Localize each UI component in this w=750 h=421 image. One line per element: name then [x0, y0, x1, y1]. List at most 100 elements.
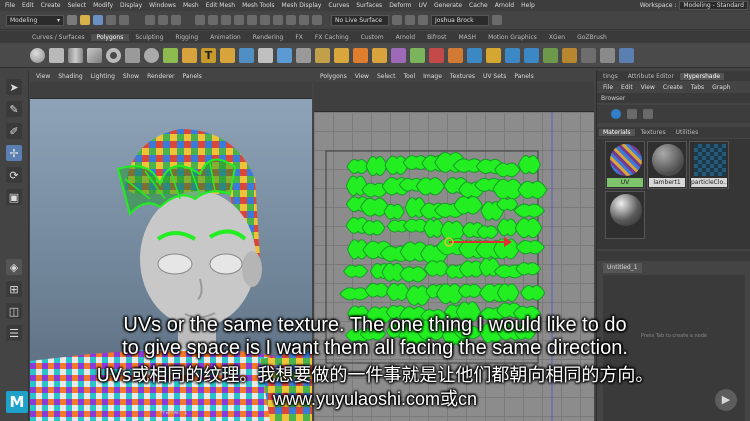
uv-shell[interactable] — [496, 197, 519, 211]
menu-windows[interactable]: Windows — [149, 2, 176, 9]
material-lambert1[interactable]: lambert1 — [647, 141, 687, 189]
combine-icon[interactable] — [239, 47, 254, 63]
shelf-tab-gozbrush[interactable]: GoZBrush — [571, 34, 613, 41]
uv-shell[interactable] — [494, 162, 521, 178]
menu-generate[interactable]: Generate — [434, 2, 462, 9]
menu-edit[interactable]: Edit — [22, 2, 34, 9]
shelf-tab-rendering[interactable]: Rendering — [247, 34, 290, 41]
uv-shell[interactable] — [399, 266, 428, 283]
shelf-tab-motion-graphics[interactable]: Motion Graphics — [482, 34, 543, 41]
mirror-icon[interactable] — [315, 47, 330, 63]
shelf-tab-fx[interactable]: FX — [289, 34, 309, 41]
workspace-selector[interactable]: Workspace : Modeling - Standard — [640, 0, 748, 11]
shelf-tab-custom[interactable]: Custom — [355, 34, 390, 41]
bridge-icon[interactable] — [353, 47, 368, 63]
sort-icon[interactable] — [643, 109, 653, 119]
menu-create[interactable]: Create — [41, 2, 61, 9]
poly-sphere-icon[interactable] — [30, 47, 45, 63]
menu-select[interactable]: Select — [68, 2, 87, 9]
hypershade-menu-view[interactable]: View — [641, 84, 655, 91]
uv-shell[interactable] — [415, 177, 446, 196]
snap-grid-icon[interactable] — [195, 15, 205, 25]
uv-menu-panels[interactable]: Panels — [514, 73, 533, 80]
panel-tab-hypershade[interactable]: Hypershade — [679, 72, 725, 80]
live-surface-field[interactable]: No Live Surface — [331, 14, 389, 26]
open-scene-icon[interactable] — [80, 15, 90, 25]
browser-tab-textures[interactable]: Textures — [637, 129, 670, 136]
select-hierarchy-icon[interactable] — [145, 15, 155, 25]
poly-cube-icon[interactable] — [49, 47, 64, 63]
hypershade-menu-create[interactable]: Create — [663, 84, 683, 91]
uv-shell[interactable] — [385, 282, 410, 301]
single-perspective-layout-icon[interactable]: ◈ — [6, 259, 22, 275]
menu-edit-mesh[interactable]: Edit Mesh — [206, 2, 235, 9]
ipr-icon[interactable] — [286, 15, 296, 25]
fill-hole-icon[interactable] — [391, 47, 406, 63]
shelf-tab-rigging[interactable]: Rigging — [169, 34, 204, 41]
menu-help[interactable]: Help — [521, 2, 535, 9]
poly-torus-icon[interactable] — [106, 47, 121, 63]
menu-modify[interactable]: Modify — [93, 2, 113, 9]
hypershade-menu-file[interactable]: File — [603, 84, 613, 91]
shelf-tab-bifrost[interactable]: Bifrost — [421, 34, 452, 41]
select-tool-icon[interactable]: ➤ — [6, 79, 22, 95]
svg-icon[interactable] — [220, 47, 235, 63]
snap-curve-icon[interactable] — [208, 15, 218, 25]
uv-shell[interactable] — [515, 240, 545, 255]
panel-tab-tings[interactable]: tings — [599, 73, 622, 80]
redo-icon[interactable] — [119, 15, 129, 25]
multi-cut-icon[interactable] — [429, 47, 444, 63]
menu-curves[interactable]: Curves — [328, 2, 349, 9]
shelf-tab-mash[interactable]: MASH — [452, 34, 482, 41]
menu-deform[interactable]: Deform — [389, 2, 411, 9]
boolean-icon[interactable] — [296, 47, 311, 63]
bevel-icon[interactable] — [372, 47, 387, 63]
offset-edge-icon[interactable] — [467, 47, 482, 63]
uv-shell[interactable] — [435, 283, 465, 305]
mode-dropdown[interactable]: Modeling ▾ — [6, 14, 64, 26]
menu-cache[interactable]: Cache — [469, 2, 488, 9]
automatic-map-icon[interactable] — [581, 47, 596, 63]
planar-map-icon[interactable] — [562, 47, 577, 63]
uv-shell[interactable] — [346, 159, 370, 174]
shelf-tab-curves-surfaces[interactable]: Curves / Surfaces — [26, 34, 91, 41]
merge-icon[interactable] — [505, 47, 520, 63]
render-icon[interactable] — [273, 15, 283, 25]
hypershade-menu-graph[interactable]: Graph — [712, 84, 730, 91]
menu-mesh-tools[interactable]: Mesh Tools — [242, 2, 274, 9]
menu-mesh[interactable]: Mesh — [183, 2, 199, 9]
edge-loop-icon[interactable] — [448, 47, 463, 63]
swatch-view-icon[interactable] — [611, 109, 621, 119]
uv-shell[interactable] — [365, 156, 388, 177]
cylindrical-map-icon[interactable] — [600, 47, 615, 63]
uv-shell[interactable] — [364, 282, 390, 298]
uv-shell[interactable] — [424, 260, 450, 277]
uv-menu-uv-sets[interactable]: UV Sets — [483, 73, 506, 80]
hypershade-menu-tabs[interactable]: Tabs — [691, 84, 704, 91]
smooth-icon[interactable] — [277, 47, 292, 63]
menu-mesh-display[interactable]: Mesh Display — [282, 2, 322, 9]
uv-menu-image[interactable]: Image — [423, 73, 442, 80]
uv-shell[interactable] — [361, 220, 386, 236]
uv-shell[interactable] — [513, 203, 545, 218]
append-icon[interactable] — [410, 47, 425, 63]
select-object-icon[interactable] — [158, 15, 168, 25]
menu-arnold[interactable]: Arnold — [495, 2, 514, 9]
hypershade-icon[interactable] — [312, 15, 322, 25]
uv-shell[interactable] — [453, 195, 484, 215]
viewport-menu-lighting[interactable]: Lighting — [91, 73, 115, 80]
target-weld-icon[interactable] — [486, 47, 501, 63]
uv-shell[interactable] — [515, 262, 542, 276]
uv-menu-view[interactable]: View — [355, 73, 369, 80]
spherical-map-icon[interactable] — [619, 47, 634, 63]
undo-icon[interactable] — [106, 15, 116, 25]
uv-menu-polygons[interactable]: Polygons — [320, 73, 347, 80]
rotate-tool-icon[interactable]: ⟳ — [6, 167, 22, 183]
menu-uv[interactable]: UV — [419, 2, 428, 9]
menu-surfaces[interactable]: Surfaces — [356, 2, 382, 9]
viewport-menu-renderer[interactable]: Renderer — [147, 73, 174, 80]
menu-file[interactable]: File — [5, 2, 15, 9]
lock-icon[interactable] — [418, 15, 428, 25]
poly-disc-icon[interactable] — [144, 47, 159, 63]
uv-shell[interactable] — [476, 225, 499, 239]
